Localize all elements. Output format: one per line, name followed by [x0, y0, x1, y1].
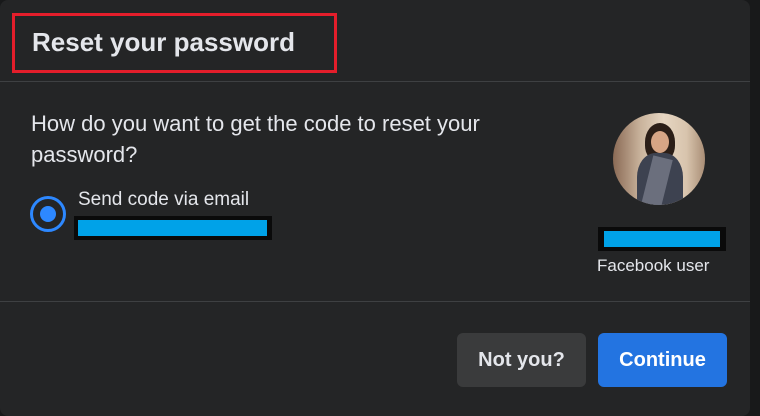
dialog-header: Reset your password — [0, 0, 750, 82]
redacted-email — [74, 216, 272, 240]
redacted-username — [598, 227, 726, 251]
email-radio-button[interactable] — [30, 196, 66, 232]
footer-divider — [0, 301, 750, 302]
reset-password-dialog: Reset your password How do you want to g… — [0, 0, 750, 416]
email-option-label: Send code via email — [78, 189, 250, 210]
continue-button[interactable]: Continue — [598, 333, 727, 387]
reset-question: How do you want to get the code to reset… — [31, 111, 480, 167]
redacted-username-fill — [604, 231, 720, 247]
avatar — [613, 113, 705, 205]
radio-selected-dot — [40, 206, 56, 222]
account-type-label: Facebook user — [597, 256, 710, 275]
redacted-email-fill — [78, 220, 267, 236]
dialog-title: Reset your password — [32, 27, 295, 57]
not-you-button[interactable]: Not you? — [457, 333, 586, 387]
avatar-face — [651, 131, 669, 153]
